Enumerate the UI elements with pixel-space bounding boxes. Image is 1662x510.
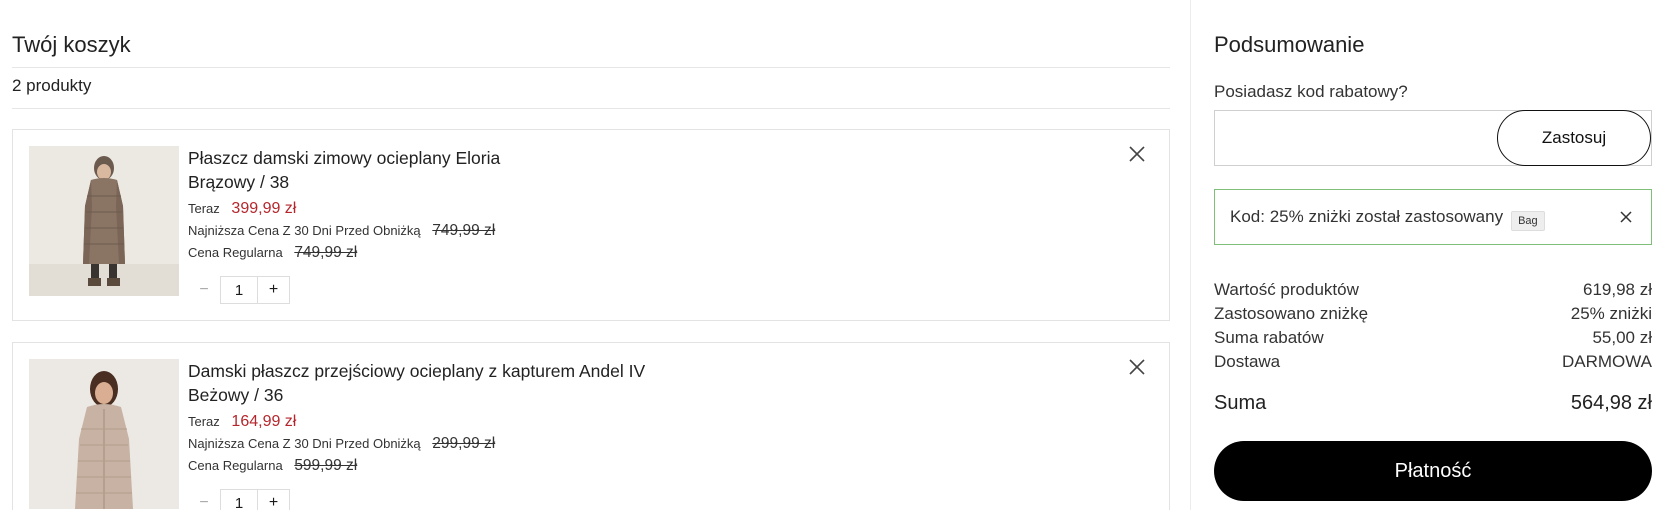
price-now-row: Teraz 399,99 zł	[188, 200, 296, 218]
close-icon[interactable]	[1619, 210, 1633, 224]
summary-line-discount: Zastosowano zniżkę 25% zniżki	[1214, 304, 1652, 324]
quantity-decrease-button[interactable]: −	[188, 281, 220, 299]
cart-item: Płaszcz damski zimowy ocieplany Eloria B…	[12, 129, 1170, 321]
price-lowest-row: Najniższa Cena Z 30 Dni Przed Obniżką 74…	[188, 222, 495, 240]
product-image[interactable]	[29, 146, 179, 296]
quantity-stepper: − 1 +	[188, 276, 290, 304]
product-variant: Brązowy / 38	[188, 172, 290, 192]
price-lowest-label: Najniższa Cena Z 30 Dni Przed Obniżką	[188, 223, 421, 238]
summary-line-value: 619,98 zł	[1583, 280, 1652, 299]
total-value: 564,98 zł	[1570, 392, 1652, 414]
discount-code-input[interactable]	[1215, 111, 1495, 165]
price-lowest-row: Najniższa Cena Z 30 Dni Przed Obniżką 29…	[188, 435, 495, 453]
summary-line-rebates: Suma rabatów 55,00 zł	[1214, 328, 1652, 348]
checkout-button[interactable]: Płatność	[1214, 441, 1652, 501]
summary-line-value: 25% zniżki	[1570, 304, 1652, 323]
price-now-label: Teraz	[188, 414, 220, 429]
summary-line-label: Suma rabatów	[1214, 328, 1324, 347]
price-regular: 599,99 zł	[294, 457, 358, 474]
summary-line-label: Wartość produktów	[1214, 280, 1359, 299]
summary-line-label: Zastosowano zniżkę	[1214, 304, 1369, 323]
product-image-brown-coat	[29, 146, 179, 296]
product-variant: Beżowy / 36	[188, 385, 284, 405]
summary-line-value: 55,00 zł	[1592, 328, 1652, 347]
price-now: 164,99 zł	[231, 413, 297, 430]
price-now-row: Teraz 164,99 zł	[188, 413, 296, 431]
price-lowest-label: Najniższa Cena Z 30 Dni Przed Obniżką	[188, 436, 421, 451]
price-lowest: 749,99 zł	[432, 222, 496, 239]
summary-line-value: DARMOWA	[1561, 352, 1652, 371]
summary-total: Suma 564,98 zł	[1214, 392, 1652, 415]
close-icon[interactable]	[1127, 144, 1147, 164]
quantity-value[interactable]: 1	[220, 489, 258, 510]
discount-code-field: Zastosuj	[1214, 110, 1652, 166]
price-regular: 749,99 zł	[294, 244, 358, 261]
divider	[12, 67, 1170, 68]
price-regular-row: Cena Regularna 599,99 zł	[188, 457, 357, 475]
quantity-increase-button[interactable]: +	[258, 489, 290, 510]
price-regular-label: Cena Regularna	[188, 245, 283, 260]
summary-line-products: Wartość produktów 619,98 zł	[1214, 280, 1652, 300]
cart-title: Twój koszyk	[12, 32, 131, 57]
applied-code-message: Kod: 25% zniżki został zastosowany	[1230, 207, 1504, 226]
quantity-increase-button[interactable]: +	[258, 276, 290, 304]
cart-item-count: 2 produkty	[12, 76, 92, 95]
summary-line-label: Dostawa	[1214, 352, 1281, 371]
total-label: Suma	[1214, 392, 1267, 414]
apply-code-button[interactable]: Zastosuj	[1497, 110, 1651, 166]
quantity-decrease-button[interactable]: −	[188, 494, 220, 510]
summary-line-delivery: Dostawa DARMOWA	[1214, 352, 1652, 372]
price-now-label: Teraz	[188, 201, 220, 216]
applied-code-tag: Bag	[1511, 211, 1545, 231]
summary-title: Podsumowanie	[1214, 32, 1365, 57]
price-regular-row: Cena Regularna 749,99 zł	[188, 244, 357, 262]
price-regular-label: Cena Regularna	[188, 458, 283, 473]
column-divider	[1190, 0, 1191, 510]
quantity-stepper: − 1 +	[188, 489, 290, 510]
quantity-value[interactable]: 1	[220, 276, 258, 304]
cart-item: Damski płaszcz przejściowy ocieplany z k…	[12, 342, 1170, 510]
product-name[interactable]: Płaszcz damski zimowy ocieplany Eloria	[188, 146, 500, 170]
product-image[interactable]	[29, 359, 179, 509]
product-name[interactable]: Damski płaszcz przejściowy ocieplany z k…	[188, 359, 645, 383]
price-now: 399,99 zł	[231, 200, 297, 217]
product-image-beige-coat	[29, 359, 179, 509]
price-lowest: 299,99 zł	[432, 435, 496, 452]
divider	[12, 108, 1170, 109]
applied-code-notice: Kod: 25% zniżki został zastosowany Bag	[1214, 189, 1652, 245]
close-icon[interactable]	[1127, 357, 1147, 377]
discount-code-label: Posiadasz kod rabatowy?	[1214, 82, 1408, 101]
